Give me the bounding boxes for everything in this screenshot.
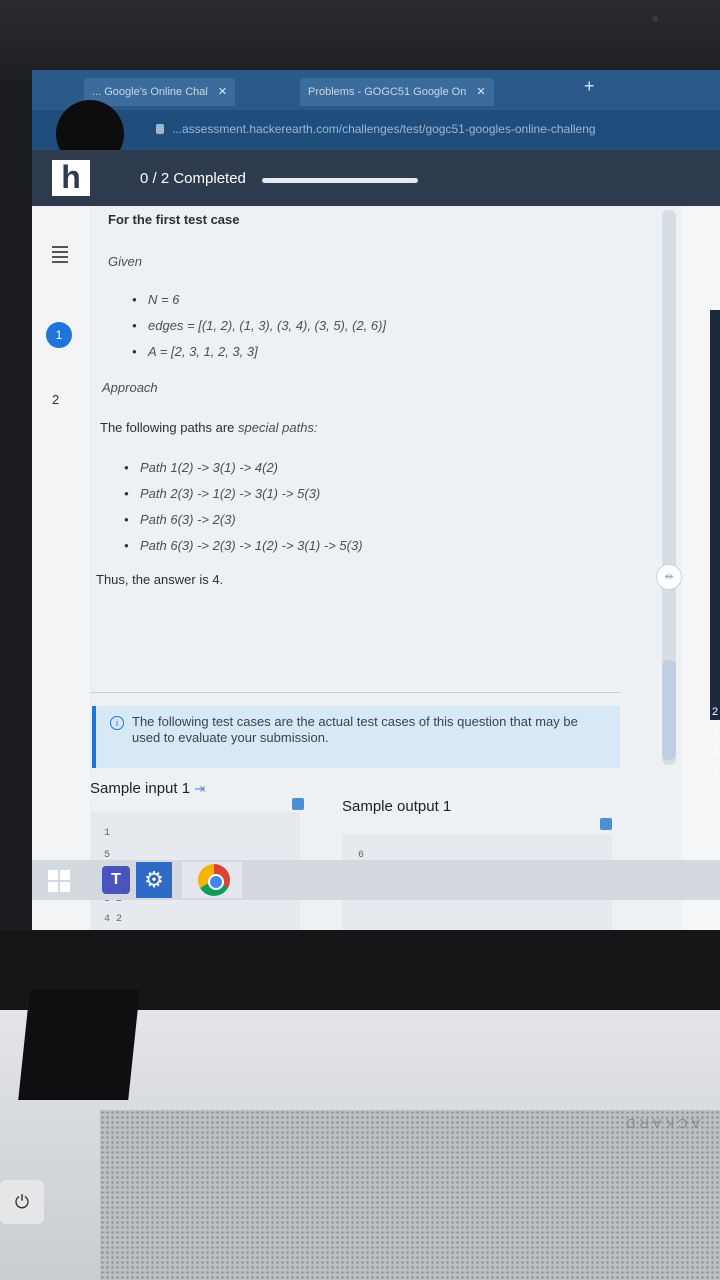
hinge-block [18, 990, 140, 1100]
app-header: h 0 / 2 Completed [32, 150, 720, 206]
info-icon: i [110, 716, 124, 730]
copy-input-icon[interactable] [292, 798, 304, 810]
laptop-bezel [0, 0, 720, 80]
progress-text: 0 / 2 Completed [140, 170, 246, 187]
question-2-button[interactable]: 2 [52, 392, 59, 407]
test-case-notice: i The following test cases are the actua… [92, 706, 620, 768]
browser-tab-active[interactable]: Problems - GOGC51 Google On ✕ [300, 78, 494, 106]
given-item: edges = [(1, 2), (1, 3), (3, 4), (3, 5),… [132, 318, 386, 333]
path-item: Path 6(3) -> 2(3) [124, 512, 236, 527]
question-rail: 1 2 [32, 206, 91, 930]
path-item: Path 1(2) -> 3(1) -> 4(2) [124, 460, 278, 475]
scrollbar-thumb[interactable] [662, 660, 676, 760]
editor-gutter [710, 310, 720, 720]
browser-tab[interactable]: ... Google's Online Chal ✕ [84, 78, 236, 106]
close-icon[interactable]: ✕ [476, 86, 485, 98]
webcam-icon [652, 16, 658, 22]
divider [90, 692, 620, 693]
panel-resize-handle[interactable]: ⇹ [656, 564, 682, 590]
given-item: A = [2, 3, 1, 2, 3, 3] [132, 344, 258, 359]
copy-output-icon[interactable] [600, 818, 612, 830]
hackerearth-logo[interactable]: h [52, 160, 90, 196]
editor-line-number: 2 [712, 706, 719, 718]
path-item: Path 2(3) -> 1(2) -> 3(1) -> 5(3) [124, 486, 320, 501]
teams-icon[interactable]: T [102, 866, 130, 894]
problem-explanation: For the first test case Given N = 6 edge… [90, 206, 670, 930]
new-tab-icon[interactable]: + [584, 76, 595, 97]
address-bar[interactable]: ...assessment.hackerearth.com/challenges… [32, 110, 720, 150]
settings-gear-icon[interactable]: ⚙ [136, 862, 172, 898]
open-external-icon[interactable]: ⇥ [194, 781, 205, 796]
given-label: Given [108, 254, 142, 269]
notice-text: The following test cases are the actual … [132, 714, 578, 745]
special-paths-term: special paths: [238, 420, 318, 435]
input-line: 1 [104, 828, 111, 839]
lock-icon [156, 124, 164, 134]
path-item: Path 6(3) -> 2(3) -> 1(2) -> 3(1) -> 5(3… [124, 538, 362, 553]
menu-icon[interactable] [52, 246, 68, 266]
approach-label: Approach [102, 380, 158, 395]
chrome-icon[interactable] [198, 864, 230, 896]
close-icon[interactable]: ✕ [218, 86, 227, 98]
brand-text: ACKARD [622, 1116, 701, 1131]
windows-taskbar: T ⚙ [32, 860, 720, 900]
input-line: 4 2 [104, 914, 123, 925]
editor-line-number: 2 [712, 726, 719, 738]
power-icon[interactable]: ⏻ [0, 1180, 44, 1224]
url-text: ...assessment.hackerearth.com/challenges… [172, 122, 596, 136]
sample-input-heading: Sample input 1 ⇥ [90, 780, 205, 797]
editor-line-number: 2 [712, 746, 719, 758]
browser-tab-bar: ... Google's Online Chal ✕ Problems - GOG… [32, 70, 720, 110]
question-1-button[interactable]: 1 [46, 322, 72, 348]
speaker-grille [100, 1110, 720, 1280]
windows-start-icon[interactable] [48, 870, 70, 892]
laptop-screen: ... Google's Online Chal ✕ Problems - GOG… [32, 70, 720, 930]
paths-intro: The following paths are special paths: [100, 420, 318, 435]
tab-label: ... Google's Online Chal [92, 86, 208, 98]
editor-line-number: 2 [712, 766, 719, 778]
tab-label: Problems - GOGC51 Google On [308, 86, 467, 98]
sample-input-label: Sample input 1 [90, 780, 191, 797]
progress-bar [262, 178, 418, 183]
explanation-heading: For the first test case [108, 212, 240, 227]
given-item: N = 6 [132, 292, 180, 307]
conclusion-text: Thus, the answer is 4. [96, 572, 224, 587]
paths-intro-text: The following paths are [100, 420, 235, 435]
sample-output-heading: Sample output 1 [342, 798, 452, 815]
